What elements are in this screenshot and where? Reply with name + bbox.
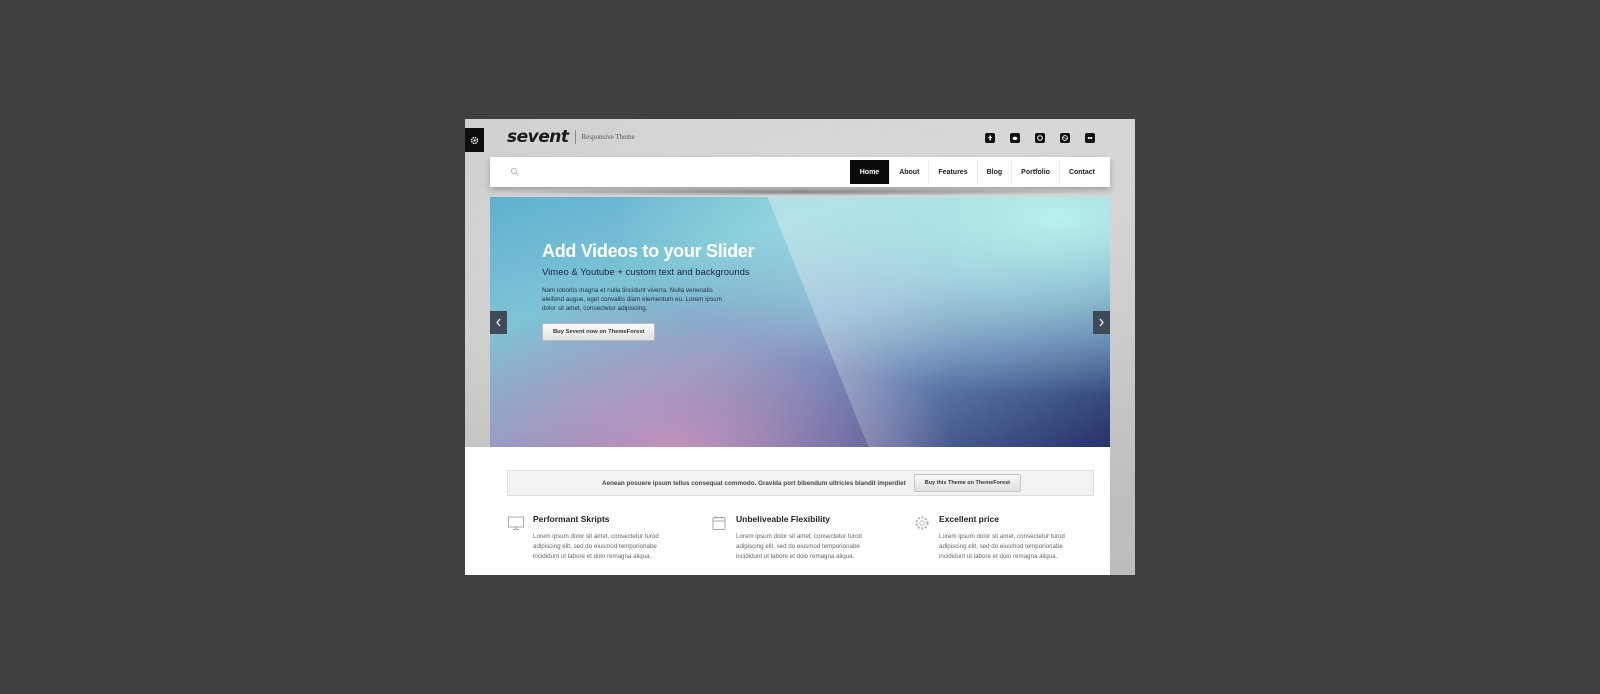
flickr-icon[interactable]: [1085, 133, 1095, 143]
logo-tagline: Responsive Theme: [581, 133, 635, 141]
chevron-left-icon: [496, 318, 501, 327]
calendar-icon: [712, 516, 726, 530]
gear-icon: [470, 136, 479, 144]
dribbble-icon[interactable]: [1060, 133, 1070, 143]
slider-prev-button[interactable]: [490, 311, 507, 334]
site-logo[interactable]: sevent Responsive Theme: [507, 127, 635, 147]
nav-item-blog[interactable]: Blog: [976, 160, 1012, 184]
twitter-icon[interactable]: [1010, 133, 1020, 143]
search-icon[interactable]: [510, 167, 520, 177]
facebook-icon[interactable]: [985, 133, 995, 143]
feature-title: Performant Skripts: [533, 514, 610, 524]
feature-title: Unbeliveable Flexibility: [736, 514, 831, 524]
nav-item-home[interactable]: Home: [849, 160, 890, 184]
logo-divider: [574, 130, 576, 144]
buy-now-button[interactable]: Buy Sevent now on ThemeForest: [542, 323, 656, 341]
social-links: [985, 133, 1095, 143]
navbar-shadow: [505, 188, 1095, 196]
nav-item-contact[interactable]: Contact: [1058, 160, 1104, 184]
features-row: Performant Skripts Lorem ipsum dolor sit…: [507, 514, 1116, 562]
content-left-margin: [465, 447, 491, 575]
content-area: Aenean posuere ipsum tellus consequat co…: [490, 447, 1110, 575]
logo-wordmark: sevent: [507, 127, 569, 147]
slide-subtitle: Vimeo & Youtube + custom text and backgr…: [542, 267, 750, 278]
feature-description: Lorem ipsum dolor sit amet, consectetur …: [533, 533, 659, 560]
feature-title: Excellent price: [939, 514, 1000, 524]
hero-slider: Add Videos to your Slider Vimeo & Youtub…: [490, 197, 1110, 447]
promo-text: Aenean posuere ipsum tellus consequat co…: [602, 479, 906, 487]
slide-title: Add Videos to your Slider: [542, 241, 755, 261]
nav-item-features[interactable]: Features: [928, 160, 976, 184]
promo-bar: Aenean posuere ipsum tellus consequat co…: [507, 470, 1094, 496]
buy-theme-button[interactable]: Buy this Theme on ThemeForest: [913, 474, 1021, 492]
nav-item-about[interactable]: About: [889, 160, 928, 184]
settings-toggle[interactable]: [465, 128, 484, 152]
feature-description: Lorem ipsum dolor sit amet, consectetur …: [939, 533, 1065, 560]
slide-body: Nam lobortis magna et nulla tincidunt vi…: [542, 287, 722, 312]
gear-icon: [915, 516, 929, 530]
slider-next-button[interactable]: [1093, 311, 1110, 334]
skype-icon[interactable]: [1035, 133, 1045, 143]
monitor-icon: [508, 516, 524, 530]
slide-content: Add Videos to your Slider Vimeo & Youtub…: [542, 241, 802, 341]
slider-sheen: [759, 197, 1110, 447]
feature-item: Performant Skripts Lorem ipsum dolor sit…: [507, 514, 710, 562]
website-preview: sevent Responsive Theme Home About Featu…: [465, 119, 1135, 575]
feature-description: Lorem ipsum dolor sit amet, consectetur …: [736, 533, 862, 560]
main-navbar: Home About Features Blog Portfolio Conta…: [490, 157, 1110, 187]
nav-menu: Home About Features Blog Portfolio Conta…: [849, 160, 1104, 184]
nav-item-portfolio[interactable]: Portfolio: [1011, 160, 1059, 184]
chevron-right-icon: [1099, 318, 1104, 327]
feature-item: Unbeliveable Flexibility Lorem ipsum dol…: [710, 514, 913, 562]
feature-item: Excellent price Lorem ipsum dolor sit am…: [913, 514, 1116, 562]
